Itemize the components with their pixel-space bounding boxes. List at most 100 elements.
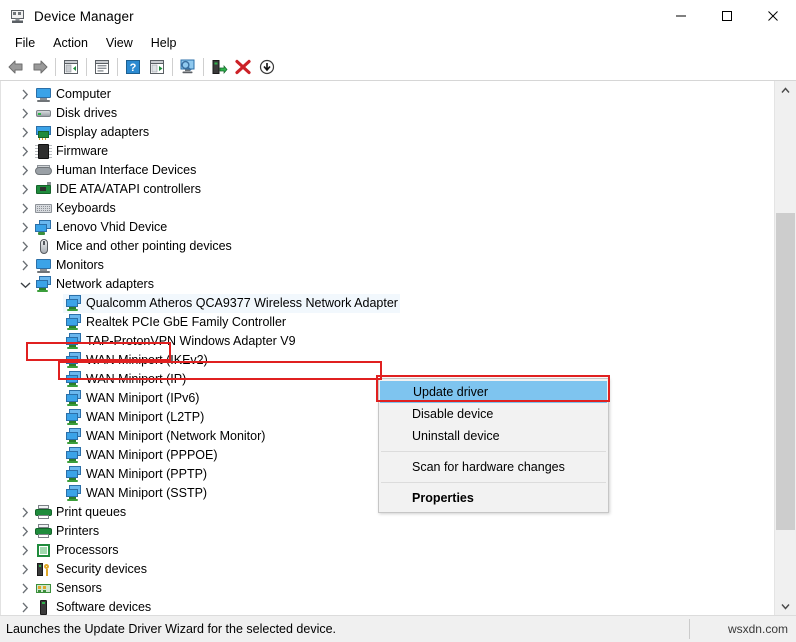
scroll-down-arrow-icon[interactable]: [775, 597, 796, 615]
chevron-right-icon[interactable]: [17, 180, 33, 199]
tree-row[interactable]: Qualcomm Atheros QCA9377 Wireless Networ…: [1, 294, 774, 313]
menu-item-action[interactable]: Action: [44, 34, 97, 52]
forward-icon[interactable]: [28, 56, 52, 78]
tree-row[interactable]: Keyboards: [1, 199, 774, 218]
enable-device-icon[interactable]: [207, 56, 231, 78]
menu-item-view[interactable]: View: [97, 34, 142, 52]
tree-row-label: Printers: [56, 522, 99, 541]
scan-hardware-changes-icon[interactable]: [176, 56, 200, 78]
menu-bar: File Action View Help: [0, 32, 796, 54]
chevron-right-icon[interactable]: [17, 218, 33, 237]
tree-row-label: Computer: [56, 85, 111, 104]
tree-row[interactable]: Security devices: [1, 560, 774, 579]
disable-device-icon[interactable]: [255, 56, 279, 78]
tree-row-content: Processors: [33, 541, 121, 560]
hid-icon: [35, 162, 52, 179]
context-menu-item-properties[interactable]: Properties: [379, 487, 608, 509]
tree-pane: ComputerDisk drivesDisplay adaptersFirmw…: [0, 81, 796, 615]
chevron-right-icon[interactable]: [17, 598, 33, 615]
tree-row-content: WAN Miniport (PPPOE): [63, 446, 220, 465]
tree-row[interactable]: Realtek PCIe GbE Family Controller: [1, 313, 774, 332]
watermark: wsxdn.com: [728, 622, 788, 636]
tree-row[interactable]: Monitors: [1, 256, 774, 275]
maximize-button[interactable]: [704, 0, 750, 32]
tree-row-content: WAN Miniport (L2TP): [63, 408, 206, 427]
status-divider: [689, 619, 690, 639]
chevron-right-icon[interactable]: [17, 199, 33, 218]
tree-row-content: Realtek PCIe GbE Family Controller: [63, 313, 288, 332]
tree-row-content: Security devices: [33, 560, 149, 579]
context-menu[interactable]: Update driverDisable deviceUninstall dev…: [378, 378, 609, 513]
context-menu-item-uninstall-device[interactable]: Uninstall device: [379, 425, 608, 447]
tree-row[interactable]: Lenovo Vhid Device: [1, 218, 774, 237]
context-menu-item-update-driver[interactable]: Update driver: [380, 381, 607, 403]
tree-row-label: WAN Miniport (IKEv2): [86, 351, 208, 370]
chevron-right-icon[interactable]: [17, 579, 33, 598]
chevron-placeholder: [47, 484, 63, 503]
minimize-button[interactable]: [658, 0, 704, 32]
tree-row[interactable]: Disk drives: [1, 104, 774, 123]
tree-row-content: Mice and other pointing devices: [33, 237, 234, 256]
tree-row[interactable]: Firmware: [1, 142, 774, 161]
tree-row[interactable]: WAN Miniport (IKEv2): [1, 351, 774, 370]
device-tree[interactable]: ComputerDisk drivesDisplay adaptersFirmw…: [1, 85, 774, 615]
update-driver-icon[interactable]: [145, 56, 169, 78]
chevron-right-icon[interactable]: [17, 522, 33, 541]
window-controls: [658, 0, 796, 32]
chevron-right-icon[interactable]: [17, 541, 33, 560]
tree-row[interactable]: Processors: [1, 541, 774, 560]
chevron-right-icon[interactable]: [17, 560, 33, 579]
network-icon: [65, 409, 82, 426]
tree-row[interactable]: Mice and other pointing devices: [1, 237, 774, 256]
tree-row-content: Display adapters: [33, 123, 151, 142]
back-icon[interactable]: [4, 56, 28, 78]
tree-row-content: Disk drives: [33, 104, 119, 123]
chevron-right-icon[interactable]: [17, 503, 33, 522]
toolbar-separator-3: [117, 58, 118, 76]
tree-row-label: Firmware: [56, 142, 108, 161]
network-icon: [65, 447, 82, 464]
chevron-right-icon[interactable]: [17, 237, 33, 256]
properties-icon[interactable]: [90, 56, 114, 78]
chevron-placeholder: [47, 351, 63, 370]
tree-row[interactable]: Human Interface Devices: [1, 161, 774, 180]
tree-row-content: Sensors: [33, 579, 104, 598]
tree-row[interactable]: IDE ATA/ATAPI controllers: [1, 180, 774, 199]
chevron-right-icon[interactable]: [17, 85, 33, 104]
printer-icon: [35, 504, 52, 521]
vertical-scrollbar[interactable]: [774, 81, 796, 615]
tree-row[interactable]: Display adapters: [1, 123, 774, 142]
context-menu-item-scan-for-hardware-changes[interactable]: Scan for hardware changes: [379, 456, 608, 478]
chevron-right-icon[interactable]: [17, 123, 33, 142]
help-icon[interactable]: ?: [121, 56, 145, 78]
network-icon: [65, 314, 82, 331]
context-menu-separator: [381, 482, 606, 483]
tree-row[interactable]: Printers: [1, 522, 774, 541]
network-icon: [35, 276, 52, 293]
software-device-icon: [35, 599, 52, 615]
chevron-right-icon[interactable]: [17, 256, 33, 275]
scroll-up-arrow-icon[interactable]: [775, 81, 796, 99]
printer-icon: [35, 523, 52, 540]
scrollbar-thumb[interactable]: [776, 213, 795, 530]
tree-row-label: Security devices: [56, 560, 147, 579]
context-menu-item-disable-device[interactable]: Disable device: [379, 403, 608, 425]
tree-row-content: WAN Miniport (IP): [63, 370, 188, 389]
tree-row-label: Human Interface Devices: [56, 161, 196, 180]
tree-row[interactable]: Sensors: [1, 579, 774, 598]
tree-row[interactable]: Software devices: [1, 598, 774, 615]
chevron-right-icon[interactable]: [17, 104, 33, 123]
menu-item-help[interactable]: Help: [142, 34, 186, 52]
close-button[interactable]: [750, 0, 796, 32]
chevron-right-icon[interactable]: [17, 142, 33, 161]
chevron-right-icon[interactable]: [17, 161, 33, 180]
menu-item-file[interactable]: File: [6, 34, 44, 52]
tree-row[interactable]: TAP-ProtonVPN Windows Adapter V9: [1, 332, 774, 351]
show-hide-console-tree-icon[interactable]: [59, 56, 83, 78]
two-monitors-icon: [35, 219, 52, 236]
chevron-down-icon[interactable]: [17, 275, 33, 294]
uninstall-device-icon[interactable]: [231, 56, 255, 78]
chevron-placeholder: [47, 370, 63, 389]
tree-row[interactable]: Computer: [1, 85, 774, 104]
tree-row[interactable]: Network adapters: [1, 275, 774, 294]
